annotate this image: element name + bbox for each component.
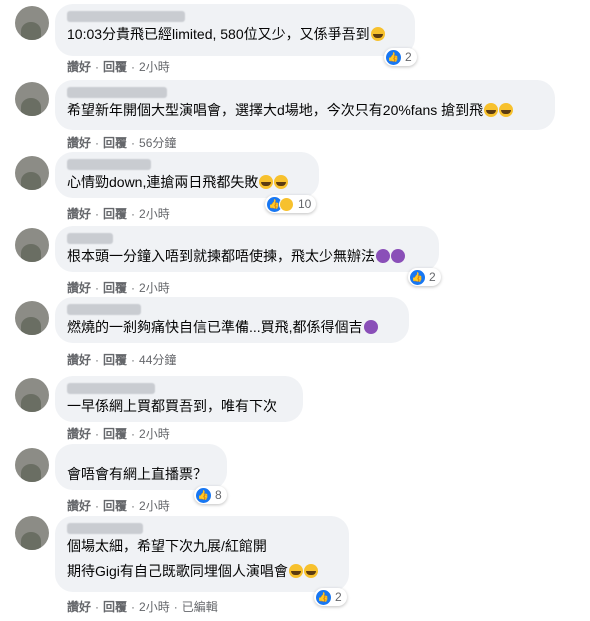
reaction-summary[interactable]: 👍 2 xyxy=(384,48,417,66)
comment-actions: 讚好 · 回覆 · 44分鐘 xyxy=(67,353,177,367)
comment-bubble: 個場太細，希望下次九展/紅館開 期待Gigi有自己既歌同埋個人演唱會 xyxy=(55,516,349,592)
comment-text-line-2: 期待Gigi有自己既歌同埋個人演唱會 xyxy=(67,562,337,581)
comment-bubble: 燃燒的一剎夠痛快自信已準備...買飛,都係得個吉 xyxy=(55,297,409,343)
like-link[interactable]: 讚好 xyxy=(67,499,91,513)
timestamp[interactable]: 2小時 xyxy=(139,207,170,221)
like-reaction-icon: 👍 xyxy=(410,269,425,285)
commenter-name[interactable] xyxy=(67,159,151,170)
comment-bubble: 10:03分貴飛已經limited, 580位又少，又係爭吾到 xyxy=(55,4,415,56)
commenter-name[interactable] xyxy=(67,87,167,98)
smiling-emoji-icon xyxy=(288,564,303,578)
timestamp[interactable]: 56分鐘 xyxy=(139,136,176,150)
comment-text: 燃燒的一剎夠痛快自信已準備...買飛,都係得個吉 xyxy=(67,318,397,337)
like-link[interactable]: 讚好 xyxy=(67,427,91,441)
like-link[interactable]: 讚好 xyxy=(67,600,91,614)
commenter-name[interactable] xyxy=(67,233,113,244)
reaction-summary[interactable]: 👍 8 xyxy=(194,486,227,504)
avatar[interactable] xyxy=(15,82,49,116)
timestamp[interactable]: 2小時 xyxy=(139,600,170,614)
like-link[interactable]: 讚好 xyxy=(67,353,91,367)
crying-emoji-icon xyxy=(370,27,385,41)
crying-emoji-icon xyxy=(274,175,289,189)
avatar[interactable] xyxy=(15,516,49,550)
comment-actions: 讚好 · 回覆 · 2小時 xyxy=(67,427,170,441)
edited-label[interactable]: 已編輯 xyxy=(182,600,218,614)
smiling-emoji-icon xyxy=(303,564,318,578)
reaction-summary[interactable]: 👍 10 xyxy=(265,195,317,213)
like-reaction-icon: 👍 xyxy=(196,487,211,503)
comment-bubble: 一早係網上買都買吾到，唯有下次 xyxy=(55,376,303,422)
reaction-summary[interactable]: 👍 2 xyxy=(408,268,441,286)
commenter-name[interactable] xyxy=(67,11,185,22)
comment-bubble: 根本頭一分鐘入唔到就揀都唔使揀，飛太少無辦法 xyxy=(55,226,439,272)
comment-text: 心情勁down,連搶兩日飛都失敗 xyxy=(67,173,307,192)
comment-actions: 讚好 · 回覆 · 2小時 · 已編輯 xyxy=(67,600,218,614)
reply-link[interactable]: 回覆 xyxy=(103,427,127,441)
timestamp[interactable]: 2小時 xyxy=(139,499,170,513)
comment-actions: 讚好 · 回覆 · 2小時 xyxy=(67,207,170,221)
comment-bubble: 心情勁down,連搶兩日飛都失敗 xyxy=(55,152,319,198)
comment-text: 個場太細，希望下次九展/紅館開 xyxy=(67,538,267,554)
avatar[interactable] xyxy=(15,378,49,412)
comment-bubble: 希望新年開個大型演唱會，選擇大d場地，今次只有20%fans 搶到飛 xyxy=(55,80,555,130)
like-link[interactable]: 讚好 xyxy=(67,60,91,74)
reply-link[interactable]: 回覆 xyxy=(103,281,127,295)
like-reaction-icon: 👍 xyxy=(386,49,401,65)
comment-text: 會唔會有網上直播票？ xyxy=(67,466,207,482)
reaction-summary[interactable]: 👍 2 xyxy=(314,588,347,606)
like-link[interactable]: 讚好 xyxy=(67,207,91,221)
crying-emoji-icon xyxy=(259,175,274,189)
like-link[interactable]: 讚好 xyxy=(67,136,91,150)
reply-link[interactable]: 回覆 xyxy=(103,136,127,150)
reply-link[interactable]: 回覆 xyxy=(103,60,127,74)
angry-emoji-icon xyxy=(363,320,378,334)
comment-text: 10:03分貴飛已經limited, 580位又少，又係爭吾到 xyxy=(67,25,403,44)
sad-reaction-icon xyxy=(279,196,294,212)
avatar[interactable] xyxy=(15,228,49,262)
angry-emoji-icon xyxy=(376,249,390,263)
avatar[interactable] xyxy=(15,156,49,190)
like-link[interactable]: 讚好 xyxy=(67,281,91,295)
comment-text: 希望新年開個大型演唱會，選擇大d場地，今次只有20%fans 搶到飛 xyxy=(67,101,543,120)
commenter-name[interactable] xyxy=(67,523,143,534)
like-reaction-icon: 👍 xyxy=(316,589,331,605)
avatar[interactable] xyxy=(15,6,49,40)
reply-link[interactable]: 回覆 xyxy=(103,600,127,614)
commenter-name[interactable] xyxy=(67,304,141,315)
avatar[interactable] xyxy=(15,448,49,482)
timestamp[interactable]: 2小時 xyxy=(139,427,170,441)
commenter-name[interactable] xyxy=(67,383,155,394)
angry-emoji-icon xyxy=(391,249,405,263)
comment-actions: 讚好 · 回覆 · 56分鐘 xyxy=(67,136,177,150)
comment-bubble: 會唔會有網上直播票？ xyxy=(55,444,227,490)
crying-emoji-icon xyxy=(484,103,499,117)
reply-link[interactable]: 回覆 xyxy=(103,499,127,513)
reply-link[interactable]: 回覆 xyxy=(103,353,127,367)
timestamp[interactable]: 44分鐘 xyxy=(139,353,176,367)
comment-actions: 讚好 · 回覆 · 2小時 xyxy=(67,60,170,74)
avatar[interactable] xyxy=(15,301,49,335)
crying-emoji-icon xyxy=(499,103,514,117)
comment-actions: 讚好 · 回覆 · 2小時 xyxy=(67,281,170,295)
timestamp[interactable]: 2小時 xyxy=(139,60,170,74)
timestamp[interactable]: 2小時 xyxy=(139,281,170,295)
comment-text: 一早係網上買都買吾到，唯有下次 xyxy=(67,398,277,414)
reply-link[interactable]: 回覆 xyxy=(103,207,127,221)
comment-text: 根本頭一分鐘入唔到就揀都唔使揀，飛太少無辦法 xyxy=(67,247,427,266)
comment-actions: 讚好 · 回覆 · 2小時 xyxy=(67,499,170,513)
